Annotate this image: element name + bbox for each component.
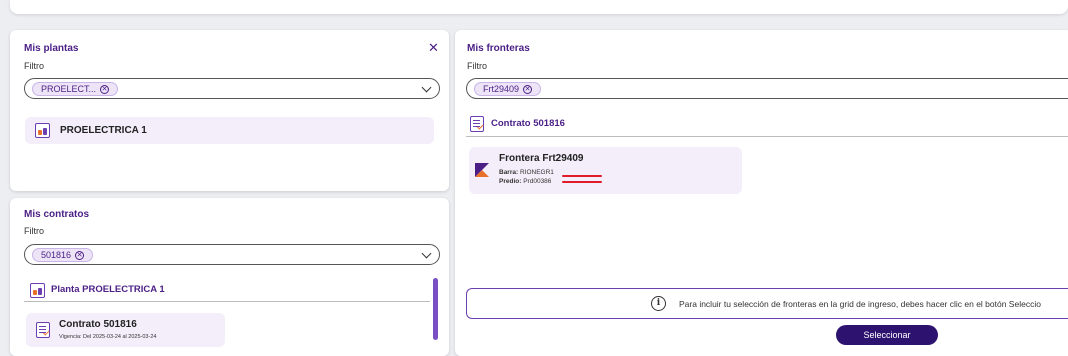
frontera-barra: Barra: RIONEGR1 bbox=[499, 169, 554, 176]
contracts-card: Mis contratos Filtro 501816 ✕ Planta PRO… bbox=[10, 198, 449, 356]
frontera-item-title: Frontera Frt29409 bbox=[499, 153, 584, 164]
borders-divider bbox=[466, 136, 1068, 137]
plant-item-label: PROELECTRICA 1 bbox=[60, 125, 147, 136]
info-icon: i bbox=[651, 296, 666, 311]
frontera-logo-icon bbox=[475, 163, 489, 177]
contracts-chip-label: 501816 bbox=[41, 250, 72, 260]
plants-filter-label: Filtro bbox=[24, 61, 44, 71]
borders-contract-section: Contrato 501816 bbox=[491, 118, 565, 129]
barra-label: Barra: bbox=[499, 169, 519, 176]
contract-document-icon bbox=[36, 322, 50, 338]
plants-card: Mis plantas ✕ Filtro PROELECT... ✕ PROEL… bbox=[10, 30, 449, 191]
contracts-title: Mis contratos bbox=[24, 209, 90, 220]
circle-x-icon[interactable]: ✕ bbox=[100, 84, 110, 94]
chevron-down-icon[interactable] bbox=[421, 248, 432, 259]
plant-item[interactable]: PROELECTRICA 1 bbox=[25, 117, 434, 144]
contracts-scrollbar[interactable] bbox=[433, 278, 438, 340]
plant-icon bbox=[35, 123, 50, 138]
circle-x-icon[interactable]: ✕ bbox=[75, 250, 85, 260]
contracts-filter-label: Filtro bbox=[24, 226, 44, 236]
borders-filter-chip[interactable]: Frt29409 ✕ bbox=[474, 82, 542, 96]
contracts-plant-section: Planta PROELECTRICA 1 bbox=[51, 284, 165, 295]
contracts-filter-chip[interactable]: 501816 ✕ bbox=[32, 248, 94, 262]
check-icon bbox=[42, 328, 50, 336]
chevron-down-icon[interactable] bbox=[421, 82, 432, 93]
top-bar bbox=[10, 0, 1068, 14]
red-annotation-mark bbox=[562, 175, 602, 177]
plants-title: Mis plantas bbox=[24, 43, 79, 54]
select-frontera-button[interactable]: Seleccionar frontera bbox=[836, 325, 938, 356]
contract-document-icon bbox=[470, 116, 484, 132]
frontera-item[interactable]: Frontera Frt29409 Barra: RIONEGR1 Predio… bbox=[469, 147, 742, 194]
borders-title: Mis fronteras bbox=[467, 43, 530, 54]
frontera-predio: Predio: Prd00386 bbox=[499, 178, 551, 185]
info-banner: i Para incluir tu selección de fronteras… bbox=[466, 288, 1068, 319]
close-icon[interactable]: ✕ bbox=[428, 41, 439, 54]
borders-filter-label: Filtro bbox=[467, 61, 487, 71]
predio-value: Prd00386 bbox=[523, 178, 552, 185]
barra-value: RIONEGR1 bbox=[519, 169, 554, 176]
predio-label: Predio: bbox=[499, 178, 522, 185]
borders-card: Mis fronteras Filtro Frt29409 ✕ Contrato… bbox=[455, 30, 1068, 356]
borders-chip-label: Frt29409 bbox=[483, 84, 520, 94]
contract-item-title: Contrato 501816 bbox=[59, 319, 137, 330]
red-annotation-mark bbox=[562, 181, 602, 183]
contracts-divider bbox=[24, 301, 430, 302]
contracts-filter-select[interactable]: 501816 ✕ bbox=[24, 244, 440, 265]
circle-x-icon[interactable]: ✕ bbox=[523, 84, 533, 94]
contract-vigencia: Vigencia: Del 2025-03-24 al 2025-03-24 bbox=[59, 334, 157, 340]
plants-filter-select[interactable]: PROELECT... ✕ bbox=[24, 78, 440, 99]
plants-chip-label: PROELECT... bbox=[41, 84, 97, 94]
check-icon bbox=[476, 122, 484, 130]
plants-filter-chip[interactable]: PROELECT... ✕ bbox=[32, 82, 119, 96]
info-text: Para incluir tu selección de fronteras e… bbox=[679, 299, 1041, 309]
borders-filter-select[interactable]: Frt29409 ✕ bbox=[466, 78, 1068, 99]
plant-icon bbox=[30, 283, 45, 298]
contract-item[interactable]: Contrato 501816 Vigencia: Del 2025-03-24… bbox=[26, 313, 225, 347]
